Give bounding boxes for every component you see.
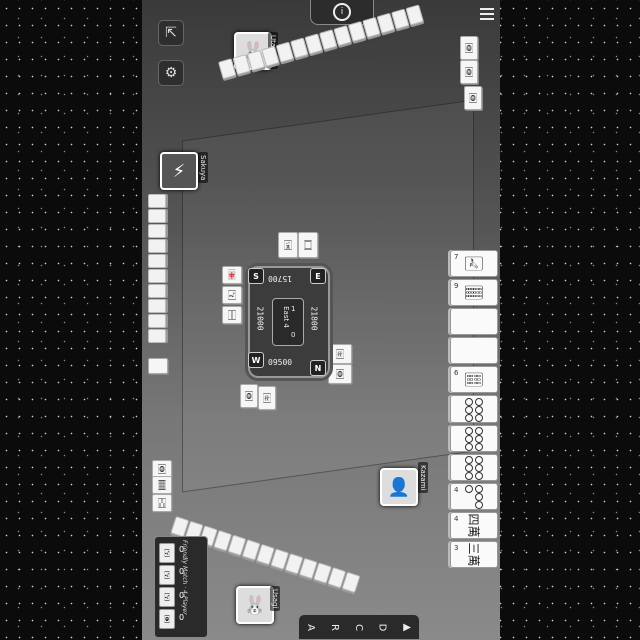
discard-tile: 🀙 [240, 384, 258, 408]
action-a-button[interactable]: A [305, 624, 316, 631]
hand-tile[interactable] [450, 395, 498, 423]
discard-tile: 🀙 [460, 60, 478, 84]
settings-button[interactable]: ⚙ [158, 60, 184, 86]
panel-tile: 🀐 [159, 565, 175, 585]
circle-tile-icon [465, 456, 483, 481]
hand-tile[interactable]: 4 [450, 482, 498, 510]
discard-tile: 🀙 [460, 36, 478, 60]
panel-tile: 🀐 [159, 543, 175, 563]
avatar-right-player[interactable]: 👤 [380, 468, 418, 506]
action-c-button[interactable]: C [353, 624, 364, 631]
hand-tile[interactable] [450, 337, 498, 365]
hand-tile[interactable]: 7 🀐 [450, 250, 498, 278]
circle-tile-icon [465, 398, 483, 423]
wind-e: E [310, 268, 326, 284]
honba-count: 1 [291, 305, 296, 313]
left-score: 21000 [255, 306, 265, 331]
triangle-icon[interactable]: ▲ [401, 623, 412, 631]
discard-tile: 🀄 [222, 266, 242, 284]
rabbit-icon: 🐰 [243, 594, 267, 616]
action-r-button[interactable]: R [329, 624, 340, 631]
mahjong-game-view: ⇱ ⚙ i 🐰 Utamaru 🀙 🀙 🀙 ⚡ Sakuya 🀇 🀆 🀄 🀐 🀑… [142, 0, 500, 640]
left-wall [148, 194, 166, 344]
hand-tile[interactable] [450, 308, 498, 336]
character-icon: 👤 [387, 476, 411, 498]
discard-tile: 🀅 [328, 344, 352, 364]
wind-n: N [310, 360, 326, 376]
riichi-count: 0 [291, 331, 296, 339]
wind-w: W [248, 352, 264, 368]
discard-tile: 🀆 [298, 232, 318, 258]
panel-tile: 🀐 [159, 587, 175, 607]
avatar-bottom-player[interactable]: 🐰 [236, 586, 274, 624]
bottom-score: 09500 [268, 358, 293, 367]
circle-tile-icon [465, 427, 483, 452]
exit-button[interactable]: ⇱ [158, 20, 184, 46]
hand-tile[interactable]: 6 🀕 [450, 366, 498, 394]
menu-icon[interactable] [480, 8, 494, 23]
discard-tile: 🀙 [328, 364, 352, 384]
discard-tile: 🀘 [152, 476, 172, 494]
discard-tile: 🀐 [222, 286, 242, 304]
round-label: East 4 [281, 306, 290, 328]
avatar-left-player[interactable]: ⚡ [160, 152, 198, 190]
round-indicator: East 4 1 0 [272, 298, 304, 346]
discard-tile: 🀑 [222, 306, 242, 324]
discard-tile: 🀇 [278, 232, 298, 258]
circle-tile-icon [465, 485, 483, 510]
hand-tile[interactable]: 4 四萬 [450, 511, 498, 539]
gear-icon: ⚙ [164, 65, 178, 81]
exit-icon: ⇱ [165, 25, 177, 41]
hand-tile[interactable]: 3 三萬 [450, 540, 498, 569]
wind-s: S [248, 268, 264, 284]
bottom-player-name: Usagi [270, 586, 280, 612]
action-bar: A R C D ▲ [298, 614, 420, 640]
action-d-button[interactable]: D [377, 623, 388, 631]
discard-tile: 🀙 [464, 86, 482, 110]
info-icon: i [333, 3, 351, 21]
panel-tile: 🀙 [159, 609, 175, 629]
hand-tile[interactable] [450, 453, 498, 481]
right-score: 21800 [309, 306, 319, 331]
discard-tile: 🀒 [152, 494, 172, 512]
left-wall-tile [148, 358, 168, 374]
right-player-name: Kazami [418, 462, 428, 494]
hand-tile[interactable]: 9 🀘 [450, 279, 498, 307]
left-player-name: Sakuya [198, 152, 208, 184]
mode-label: Friendly Match · 4-Player [181, 540, 188, 615]
hand-tile[interactable] [450, 424, 498, 452]
top-score: 15700 [268, 274, 293, 283]
discard-tile: 🀅 [258, 386, 276, 410]
player-hand: 7 🀐 9 🀘 6 🀕 4 4 四萬 3 三萬 [450, 250, 498, 570]
lightning-icon: ⚡ [172, 160, 186, 182]
